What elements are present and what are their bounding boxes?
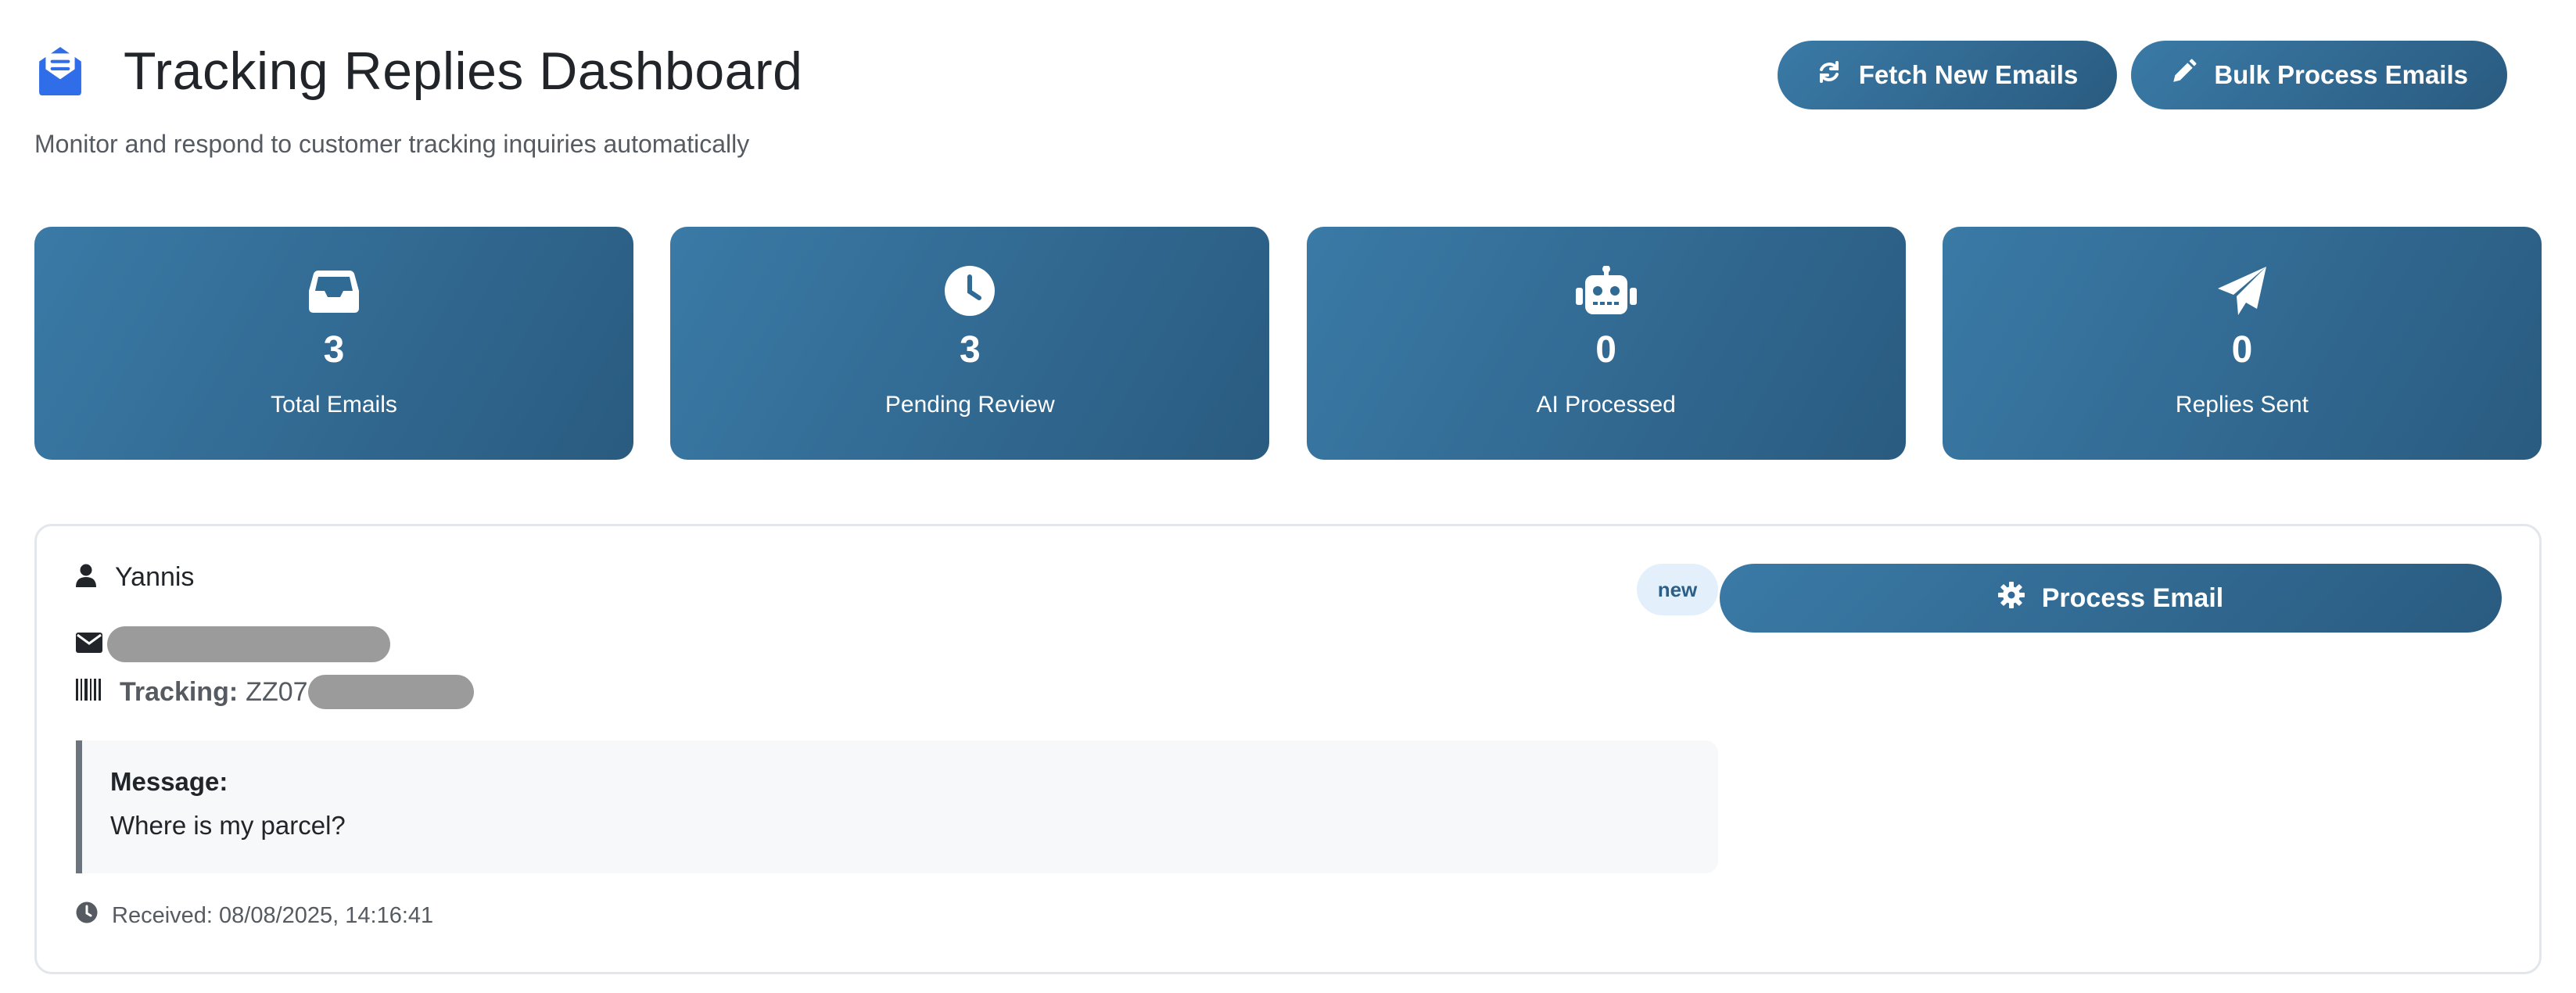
sender-email-redacted	[107, 626, 390, 662]
sender-row: Yannis	[76, 562, 194, 593]
barcode-icon	[76, 677, 101, 708]
header-actions: Fetch New Emails Bulk Process Emails	[1777, 41, 2507, 109]
tracking-row: Tracking: ZZ07	[76, 675, 474, 709]
stat-card-pending-review: 3 Pending Review	[670, 227, 1270, 460]
stat-label: Total Emails	[271, 392, 397, 418]
inbox-icon	[307, 264, 361, 317]
envelope-open-text-icon	[34, 45, 86, 97]
email-details: Yannis new Tracking: ZZ07 Message: Where…	[76, 526, 1718, 972]
tracking-number-redacted	[307, 675, 474, 709]
header: Tracking Replies Dashboard Monitor and r…	[34, 0, 2542, 172]
sender-email-row	[76, 626, 390, 662]
robot-icon	[1574, 264, 1638, 317]
clock-icon	[944, 264, 996, 317]
tracking-label: Tracking:	[120, 676, 239, 707]
sync-icon	[1817, 59, 1842, 91]
received-row: Received: 08/08/2025, 14:16:41	[76, 902, 433, 930]
paper-plane-icon	[2216, 264, 2268, 317]
message-text: Where is my parcel?	[110, 811, 346, 840]
status-badge: new	[1637, 564, 1718, 615]
fetch-new-emails-button[interactable]: Fetch New Emails	[1777, 41, 2118, 109]
message-box: Message: Where is my parcel?	[76, 740, 1718, 873]
gear-icon	[1997, 581, 2025, 615]
message-heading: Message:	[110, 767, 228, 796]
page-title: Tracking Replies Dashboard	[124, 41, 803, 101]
process-email-button[interactable]: Process Email	[1720, 564, 2502, 633]
user-icon	[76, 564, 96, 591]
dashboard-page: Tracking Replies Dashboard Monitor and r…	[0, 0, 2576, 993]
title-row: Tracking Replies Dashboard	[34, 41, 802, 102]
page-subtitle: Monitor and respond to customer tracking…	[34, 130, 750, 158]
stat-value: 0	[2231, 329, 2253, 371]
fetch-new-emails-label: Fetch New Emails	[1858, 60, 2079, 89]
stats-row: 3 Total Emails 3 Pending Review 0 AI Pro…	[34, 227, 2542, 460]
stat-card-replies-sent: 0 Replies Sent	[1942, 227, 2542, 460]
clock-icon	[76, 902, 98, 930]
stat-value: 0	[1595, 329, 1616, 371]
process-email-wrapper: Process Email	[1720, 564, 2502, 633]
stat-label: Replies Sent	[2175, 392, 2309, 418]
stat-value: 3	[323, 329, 345, 371]
tracking-number-prefix: ZZ07	[246, 676, 308, 707]
bulk-process-emails-label: Bulk Process Emails	[2214, 60, 2468, 89]
bulk-process-emails-button[interactable]: Bulk Process Emails	[2131, 41, 2507, 109]
stat-label: Pending Review	[884, 392, 1055, 418]
stat-card-ai-processed: 0 AI Processed	[1306, 227, 1906, 460]
stat-value: 3	[959, 329, 981, 371]
received-timestamp: Received: 08/08/2025, 14:16:41	[112, 902, 434, 928]
stat-card-total-emails: 3 Total Emails	[34, 227, 633, 460]
process-email-label: Process Email	[2041, 583, 2224, 613]
pencil-icon	[2170, 59, 2197, 91]
sender-name: Yannis	[115, 562, 195, 592]
email-card: Yannis new Tracking: ZZ07 Message: Where…	[34, 524, 2542, 974]
stat-label: AI Processed	[1536, 392, 1676, 418]
envelope-icon	[76, 632, 102, 657]
